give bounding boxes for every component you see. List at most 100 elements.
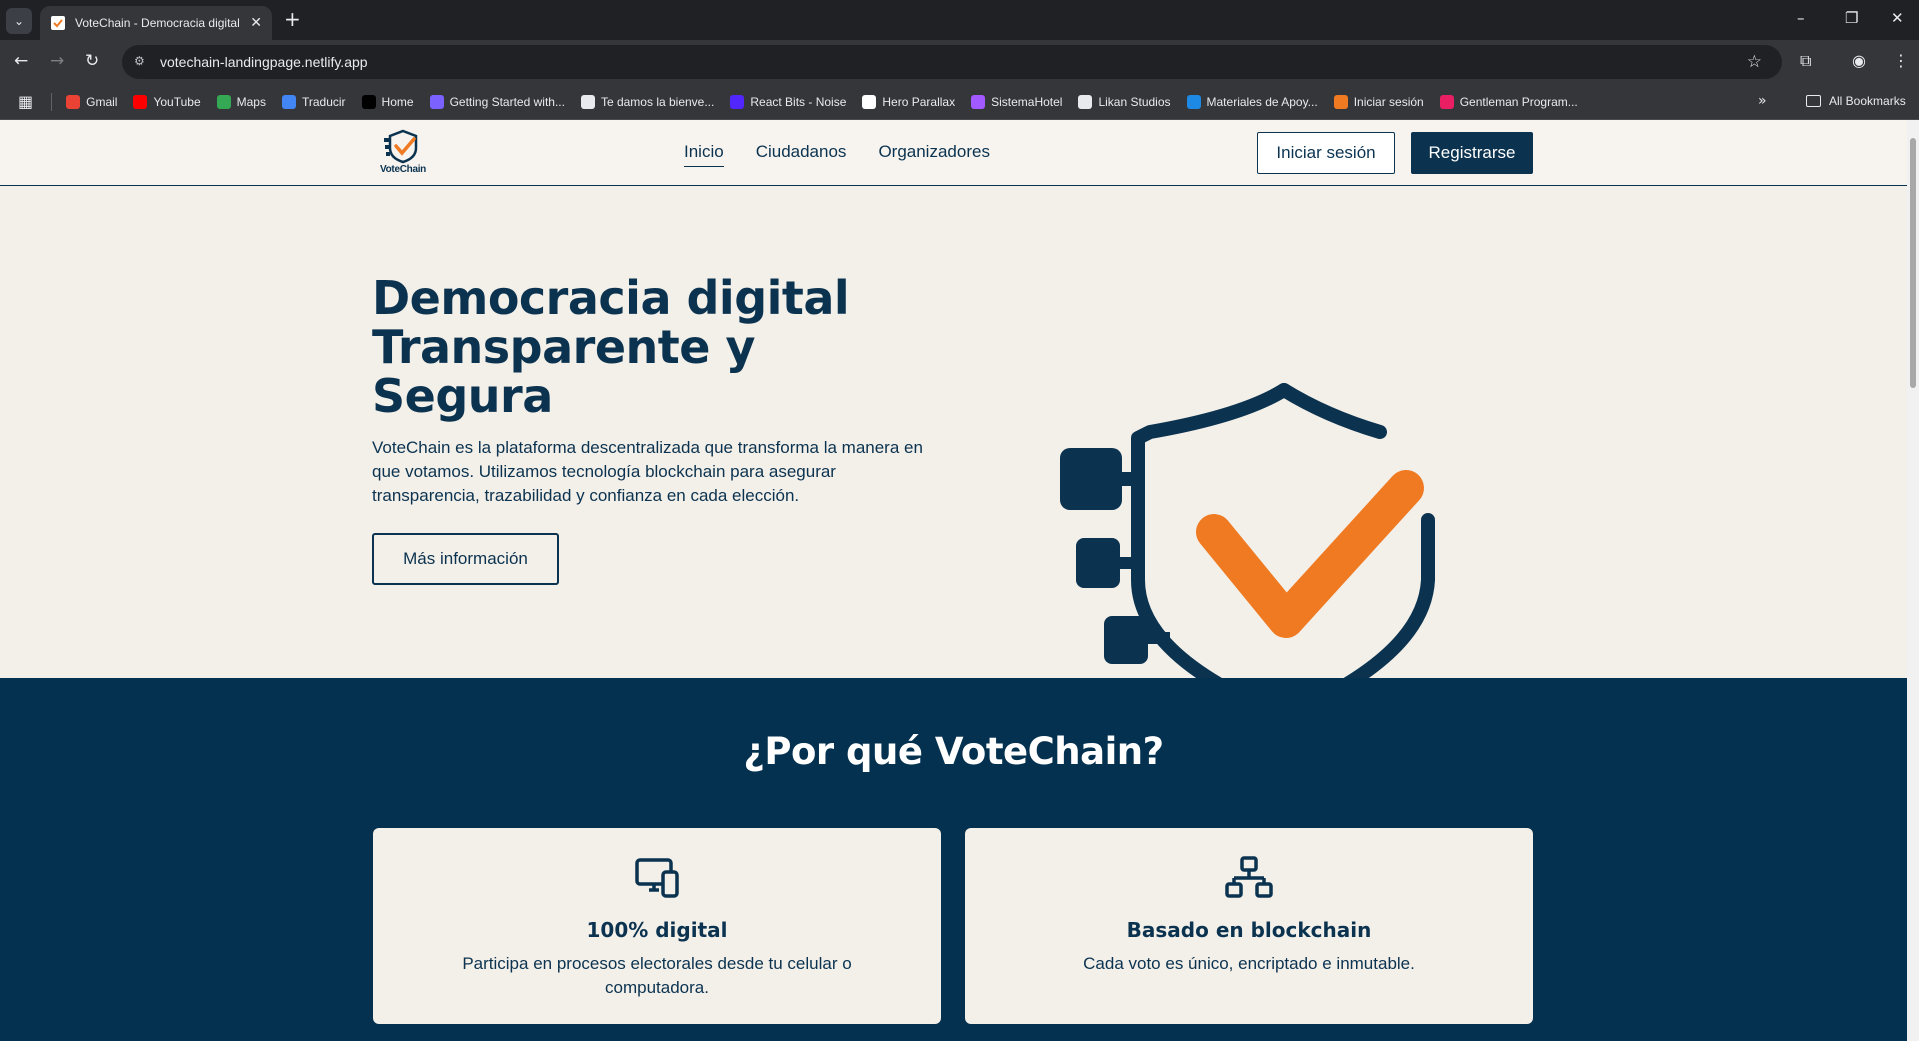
bookmark-favicon-icon	[1439, 94, 1454, 109]
nav-organizadores[interactable]: Organizadores	[878, 142, 990, 167]
address-bar[interactable]: ⚙ votechain-landingpage.netlify.app ☆	[122, 45, 1782, 79]
restore-button[interactable]: ❐	[1845, 9, 1858, 27]
browser-tab-bar: ⌄ VoteChain - Democracia digital ✕ + – ❐…	[0, 0, 1919, 40]
bookmark-label: Getting Started with...	[449, 94, 565, 109]
tab-search-button[interactable]: ⌄	[6, 8, 32, 34]
page-viewport: VoteChain Inicio Ciudadanos Organizadore…	[0, 120, 1907, 1041]
all-bookmarks-button[interactable]: All Bookmarks	[1806, 94, 1906, 108]
why-section: ¿Por qué VoteChain? 100% digital Partici…	[0, 678, 1907, 1041]
bookmark-item[interactable]: Likan Studios	[1078, 94, 1171, 109]
bookmark-label: Home	[381, 94, 414, 109]
bookmark-label: Hero Parallax	[882, 94, 956, 109]
devices-icon	[635, 858, 679, 898]
nav-ciudadanos[interactable]: Ciudadanos	[756, 142, 847, 167]
why-title: ¿Por qué VoteChain?	[743, 730, 1164, 773]
bookmark-label: YouTube	[153, 94, 201, 109]
card-title: Basado en blockchain	[1126, 918, 1372, 942]
menu-kebab-icon[interactable]: ⋮	[1893, 51, 1909, 70]
bookmark-favicon-icon	[1333, 94, 1348, 109]
hero-title-line3: Segura	[372, 369, 553, 423]
bookmark-favicon-icon	[429, 94, 444, 109]
tab-close-icon[interactable]: ✕	[250, 15, 262, 31]
bookmark-favicon-icon	[862, 94, 877, 109]
card-description: Participa en procesos electorales desde …	[462, 954, 852, 997]
close-window-button[interactable]: ✕	[1891, 9, 1904, 27]
logo-text: VoteChain	[379, 164, 426, 175]
bookmark-label: Materiales de Apoy...	[1206, 94, 1318, 109]
site-header: VoteChain Inicio Ciudadanos Organizadore…	[0, 120, 1907, 186]
bookmark-item[interactable]: Gentleman Program...	[1439, 94, 1578, 109]
bookmark-separator	[51, 92, 53, 111]
bookmark-item[interactable]: Traducir	[281, 94, 346, 109]
tab-title: VoteChain - Democracia digital	[75, 16, 240, 30]
more-bookmarks-icon[interactable]: »	[1758, 93, 1767, 109]
bookmark-item[interactable]: Materiales de Apoy...	[1186, 94, 1318, 109]
bookmark-item[interactable]: React Bits - Noise	[730, 94, 847, 109]
bookmarks-bar: ▦ Gmail YouTube Maps Traducir Home Getting St…	[0, 84, 1919, 120]
page-scrollbar[interactable]	[1907, 120, 1919, 1041]
extensions-icon[interactable]: ⧉	[1800, 51, 1811, 71]
network-icon	[1225, 856, 1273, 898]
votechain-favicon-icon	[51, 16, 65, 30]
bookmark-item[interactable]: Gmail	[66, 94, 118, 109]
login-button[interactable]: Iniciar sesión	[1257, 132, 1395, 174]
minimize-button[interactable]: –	[1797, 9, 1805, 27]
bookmark-item[interactable]: Home	[361, 94, 414, 109]
all-bookmarks-label: All Bookmarks	[1829, 94, 1906, 108]
logo-shield-icon	[384, 129, 418, 164]
bookmark-favicon-icon	[281, 94, 296, 109]
bookmark-favicon-icon	[133, 94, 148, 109]
bookmark-item[interactable]: Getting Started with...	[429, 94, 565, 109]
hero-title-line1: Democracia digital	[372, 271, 850, 325]
bookmark-favicon-icon	[1186, 94, 1201, 109]
bookmark-favicon-icon	[1078, 94, 1093, 109]
back-arrow-icon[interactable]: ←	[14, 51, 28, 71]
bookmark-label: Gmail	[86, 94, 118, 109]
active-tab[interactable]: VoteChain - Democracia digital ✕	[40, 6, 272, 40]
bookmark-item[interactable]: SistemaHotel	[971, 94, 1063, 109]
bookmark-favicon-icon	[580, 94, 595, 109]
bookmark-label: Traducir	[301, 94, 346, 109]
feature-card-digital: 100% digital Participa en procesos elect…	[373, 828, 941, 1024]
bookmark-list: Gmail YouTube Maps Traducir Home Getting Star…	[66, 94, 1594, 109]
reload-icon[interactable]: ↻	[85, 51, 99, 71]
bookmark-label: React Bits - Noise	[750, 94, 847, 109]
bookmark-label: Te damos la bienve...	[600, 94, 715, 109]
hero-section: Democracia digital Transparente y Segura…	[0, 186, 1907, 722]
bookmark-label: SistemaHotel	[991, 94, 1063, 109]
url-text[interactable]: votechain-landingpage.netlify.app	[160, 54, 368, 70]
bookmark-item[interactable]: YouTube	[133, 94, 201, 109]
bookmark-item[interactable]: Iniciar sesión	[1333, 94, 1424, 109]
bookmark-item[interactable]: Te damos la bienve...	[580, 94, 715, 109]
main-nav: Inicio Ciudadanos Organizadores	[684, 142, 990, 167]
card-description: Cada voto es único, encriptado e inmutab…	[1083, 954, 1415, 973]
hero-title-line2: Transparente y	[372, 320, 755, 374]
bookmark-favicon-icon	[66, 94, 81, 109]
bookmark-favicon-icon	[361, 94, 376, 109]
votechain-logo[interactable]: VoteChain	[374, 128, 432, 178]
bookmark-favicon-icon	[971, 94, 986, 109]
bookmark-label: Gentleman Program...	[1459, 94, 1578, 109]
bookmark-favicon-icon	[216, 94, 231, 109]
profile-icon[interactable]: ◉	[1852, 51, 1866, 70]
shield-check-illustration-icon	[1060, 383, 1435, 722]
bookmark-item[interactable]: Hero Parallax	[862, 94, 956, 109]
bookmark-item[interactable]: Maps	[216, 94, 266, 109]
scrollbar-thumb[interactable]	[1910, 138, 1916, 388]
new-tab-button[interactable]: +	[284, 9, 301, 29]
apps-grid-icon[interactable]: ▦	[18, 92, 33, 111]
bookmark-star-icon[interactable]: ☆	[1747, 52, 1762, 72]
hero-title: Democracia digital Transparente y Segura	[372, 274, 932, 421]
folder-icon	[1806, 95, 1821, 107]
hero-description: VoteChain es la plataforma descentraliza…	[372, 438, 923, 505]
bookmark-label: Iniciar sesión	[1353, 94, 1424, 109]
feature-card-blockchain: Basado en blockchain Cada voto es único,…	[965, 828, 1533, 1024]
more-info-button[interactable]: Más información	[372, 533, 559, 585]
bookmark-favicon-icon	[730, 94, 745, 109]
forward-arrow-icon[interactable]: →	[50, 51, 64, 71]
browser-toolbar: ← → ↻ ⚙ votechain-landingpage.netlify.ap…	[0, 40, 1919, 84]
site-info-icon[interactable]: ⚙	[134, 54, 150, 70]
bookmark-label: Maps	[236, 94, 266, 109]
register-button[interactable]: Registrarse	[1411, 132, 1533, 174]
nav-inicio[interactable]: Inicio	[684, 142, 724, 167]
